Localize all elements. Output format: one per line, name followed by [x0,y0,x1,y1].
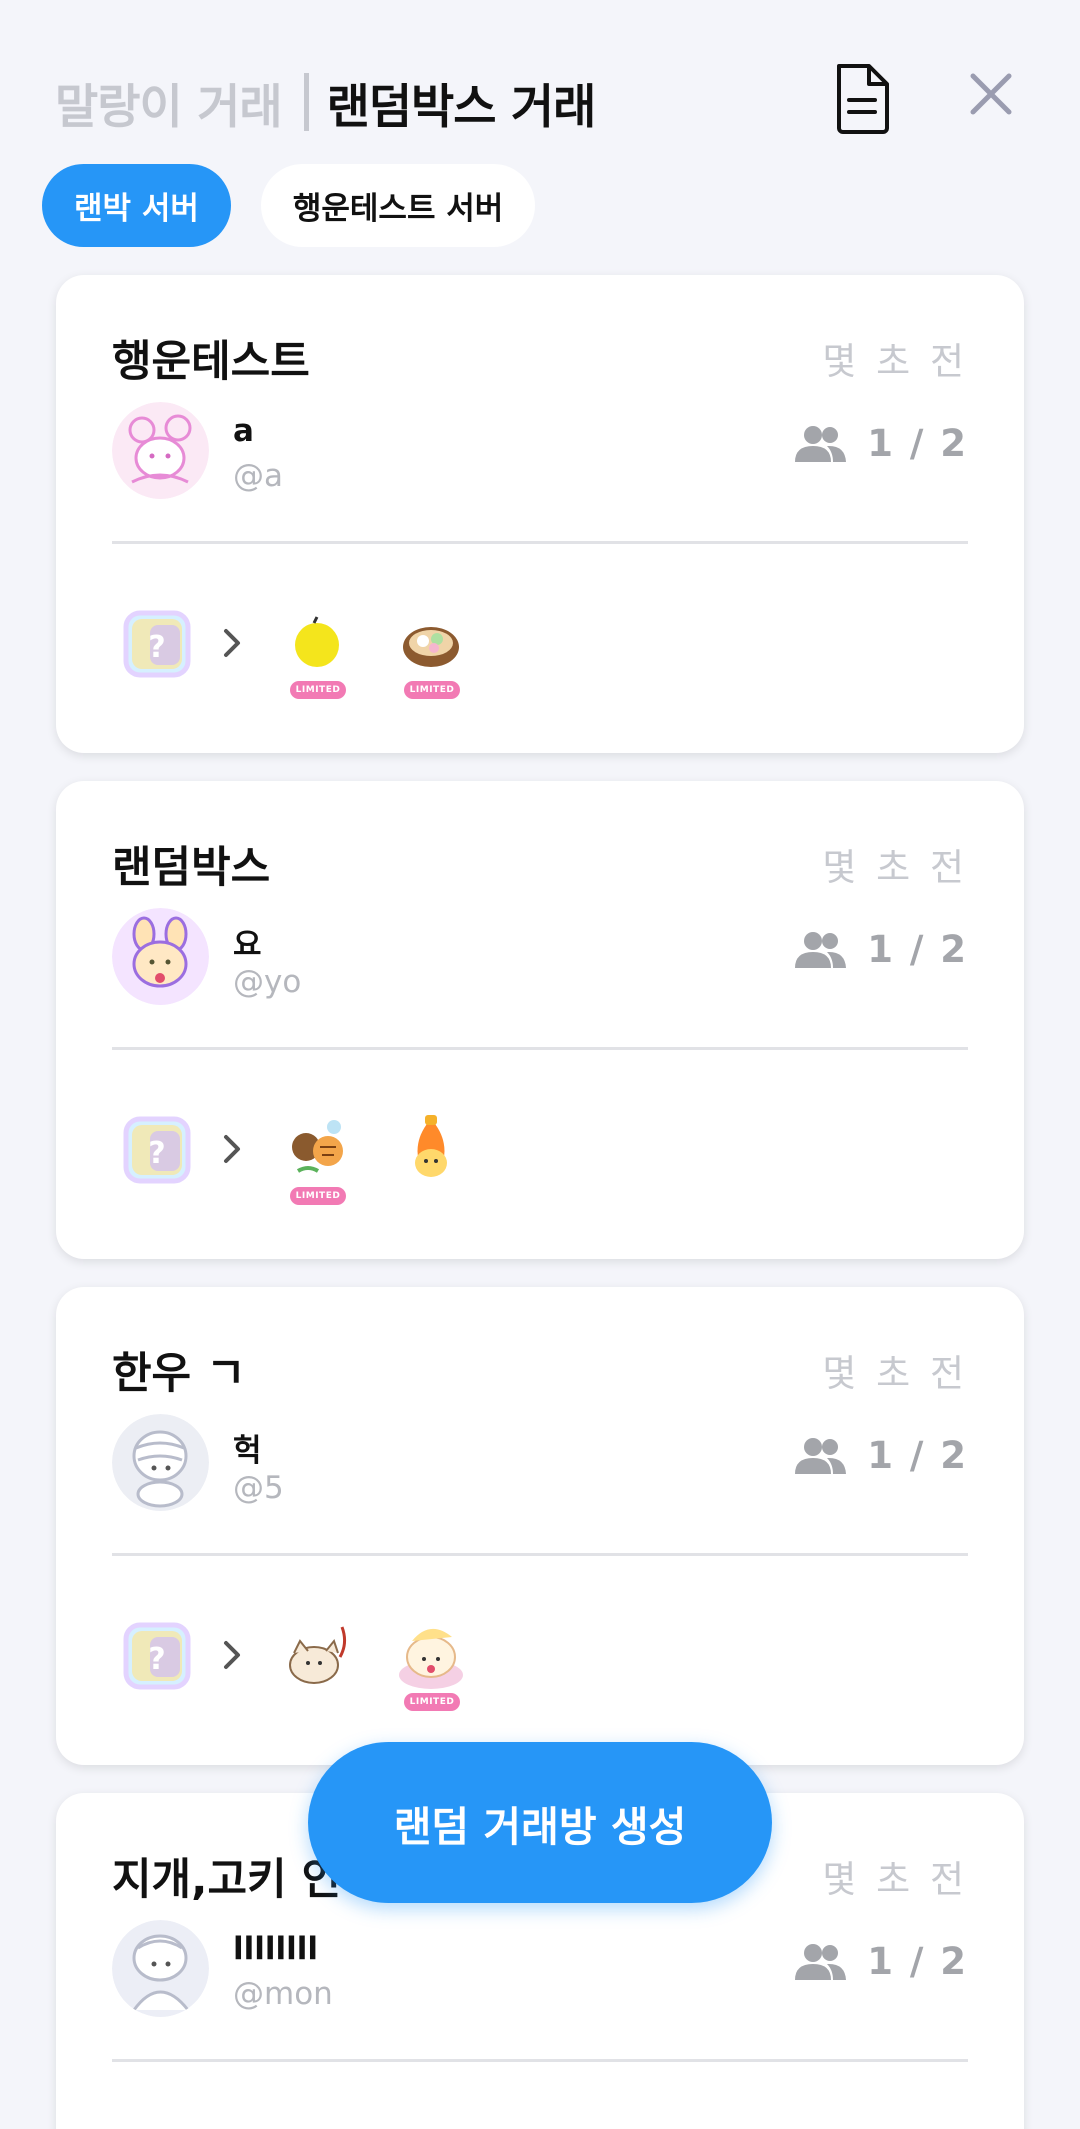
participants: 1 / 2 [793,1434,968,1477]
participant-count: 1 / 2 [867,422,968,465]
participants: 1 / 2 [793,422,968,465]
limited-badge: LIMITED [290,681,346,699]
svg-text:?: ? [148,630,165,665]
chevron-right-icon [224,1641,240,1669]
user-handle: @yo [233,964,302,1000]
participants: 1 / 2 [793,1940,968,1983]
people-icon [795,931,847,968]
limited-badge: LIMITED [290,1187,346,1205]
trade-items: ? LIMITED LIMITED [118,605,718,705]
room-title: 랜덤박스 [112,843,271,893]
user-name: a [233,413,254,449]
tab-divider [303,73,309,131]
document-icon[interactable] [833,62,893,134]
divider [112,541,968,544]
avatar [112,1920,209,2017]
create-random-trade-room-button[interactable]: 랜덤 거래방 생성 [308,1742,772,1903]
random-box-icon: ? [123,1622,191,1690]
room-title: 행운테스트 [112,337,310,387]
user-handle: @5 [233,1470,284,1506]
room-time: 몇 초 전 [822,1352,968,1395]
user-name: 헉 [233,1433,262,1469]
chevron-right-icon [224,629,240,657]
trade-room-card[interactable]: 행운테스트 몇 초 전 a @a 1 / 2 ? LIMITED LIMITED [56,275,1024,753]
chip-randbak-server[interactable]: 랜박 서버 [42,164,231,247]
header: 말랑이 거래 랜덤박스 거래 [55,62,1025,142]
chevron-right-icon [224,1135,240,1163]
random-box-icon: ? [123,1116,191,1184]
svg-text:?: ? [148,1136,165,1171]
dessert-item-icon [403,627,459,667]
random-box-icon: ? [123,610,191,678]
limited-badge: LIMITED [404,1693,460,1711]
chip-luckytest-server[interactable]: 행운테스트 서버 [260,164,536,247]
close-icon[interactable] [967,70,1015,118]
server-chips: 랜박 서버 행운테스트 서버 [42,164,536,247]
room-time: 몇 초 전 [822,340,968,383]
cat-item-icon [289,1626,347,1684]
bunny-cake-item-icon [399,1628,463,1689]
tab-randombox-trade[interactable]: 랜덤박스 거래 [327,68,597,137]
people-icon [795,1437,847,1474]
divider [112,1047,968,1050]
avatar [112,1414,209,1511]
svg-text:?: ? [148,1642,165,1677]
avatar [112,908,209,1005]
participant-count: 1 / 2 [867,1434,968,1477]
trade-items: ? LIMITED [118,1111,718,1211]
user-handle: @a [233,458,283,494]
divider [112,2059,968,2062]
fire-chick-item-icon [415,1115,447,1177]
room-time: 몇 초 전 [822,1858,968,1901]
lemon-item-icon [295,616,339,667]
tab-mallangi-trade[interactable]: 말랑이 거래 [55,68,283,137]
limited-badge: LIMITED [404,681,460,699]
participant-count: 1 / 2 [867,928,968,971]
trade-room-card[interactable]: 랜덤박스 몇 초 전 요 @yo 1 / 2 ? LIMITED [56,781,1024,1259]
trade-room-card[interactable]: 한우 ㄱ 몇 초 전 헉 @5 1 / 2 ? LIMITED [56,1287,1024,1765]
participant-count: 1 / 2 [867,1940,968,1983]
people-icon [795,1943,847,1980]
bear-tiger-item-icon [292,1120,343,1173]
room-title: 지개,고키 인 [112,1855,342,1905]
people-icon [795,425,847,462]
room-time: 몇 초 전 [822,846,968,889]
divider [112,1553,968,1556]
avatar [112,402,209,499]
user-handle: @mon [233,1976,333,2012]
participants: 1 / 2 [793,928,968,971]
user-name: llllllll [233,1931,319,1967]
room-title: 한우 ㄱ [112,1349,246,1399]
trade-items: ? LIMITED [118,1617,718,1717]
user-name: 요 [233,927,262,963]
